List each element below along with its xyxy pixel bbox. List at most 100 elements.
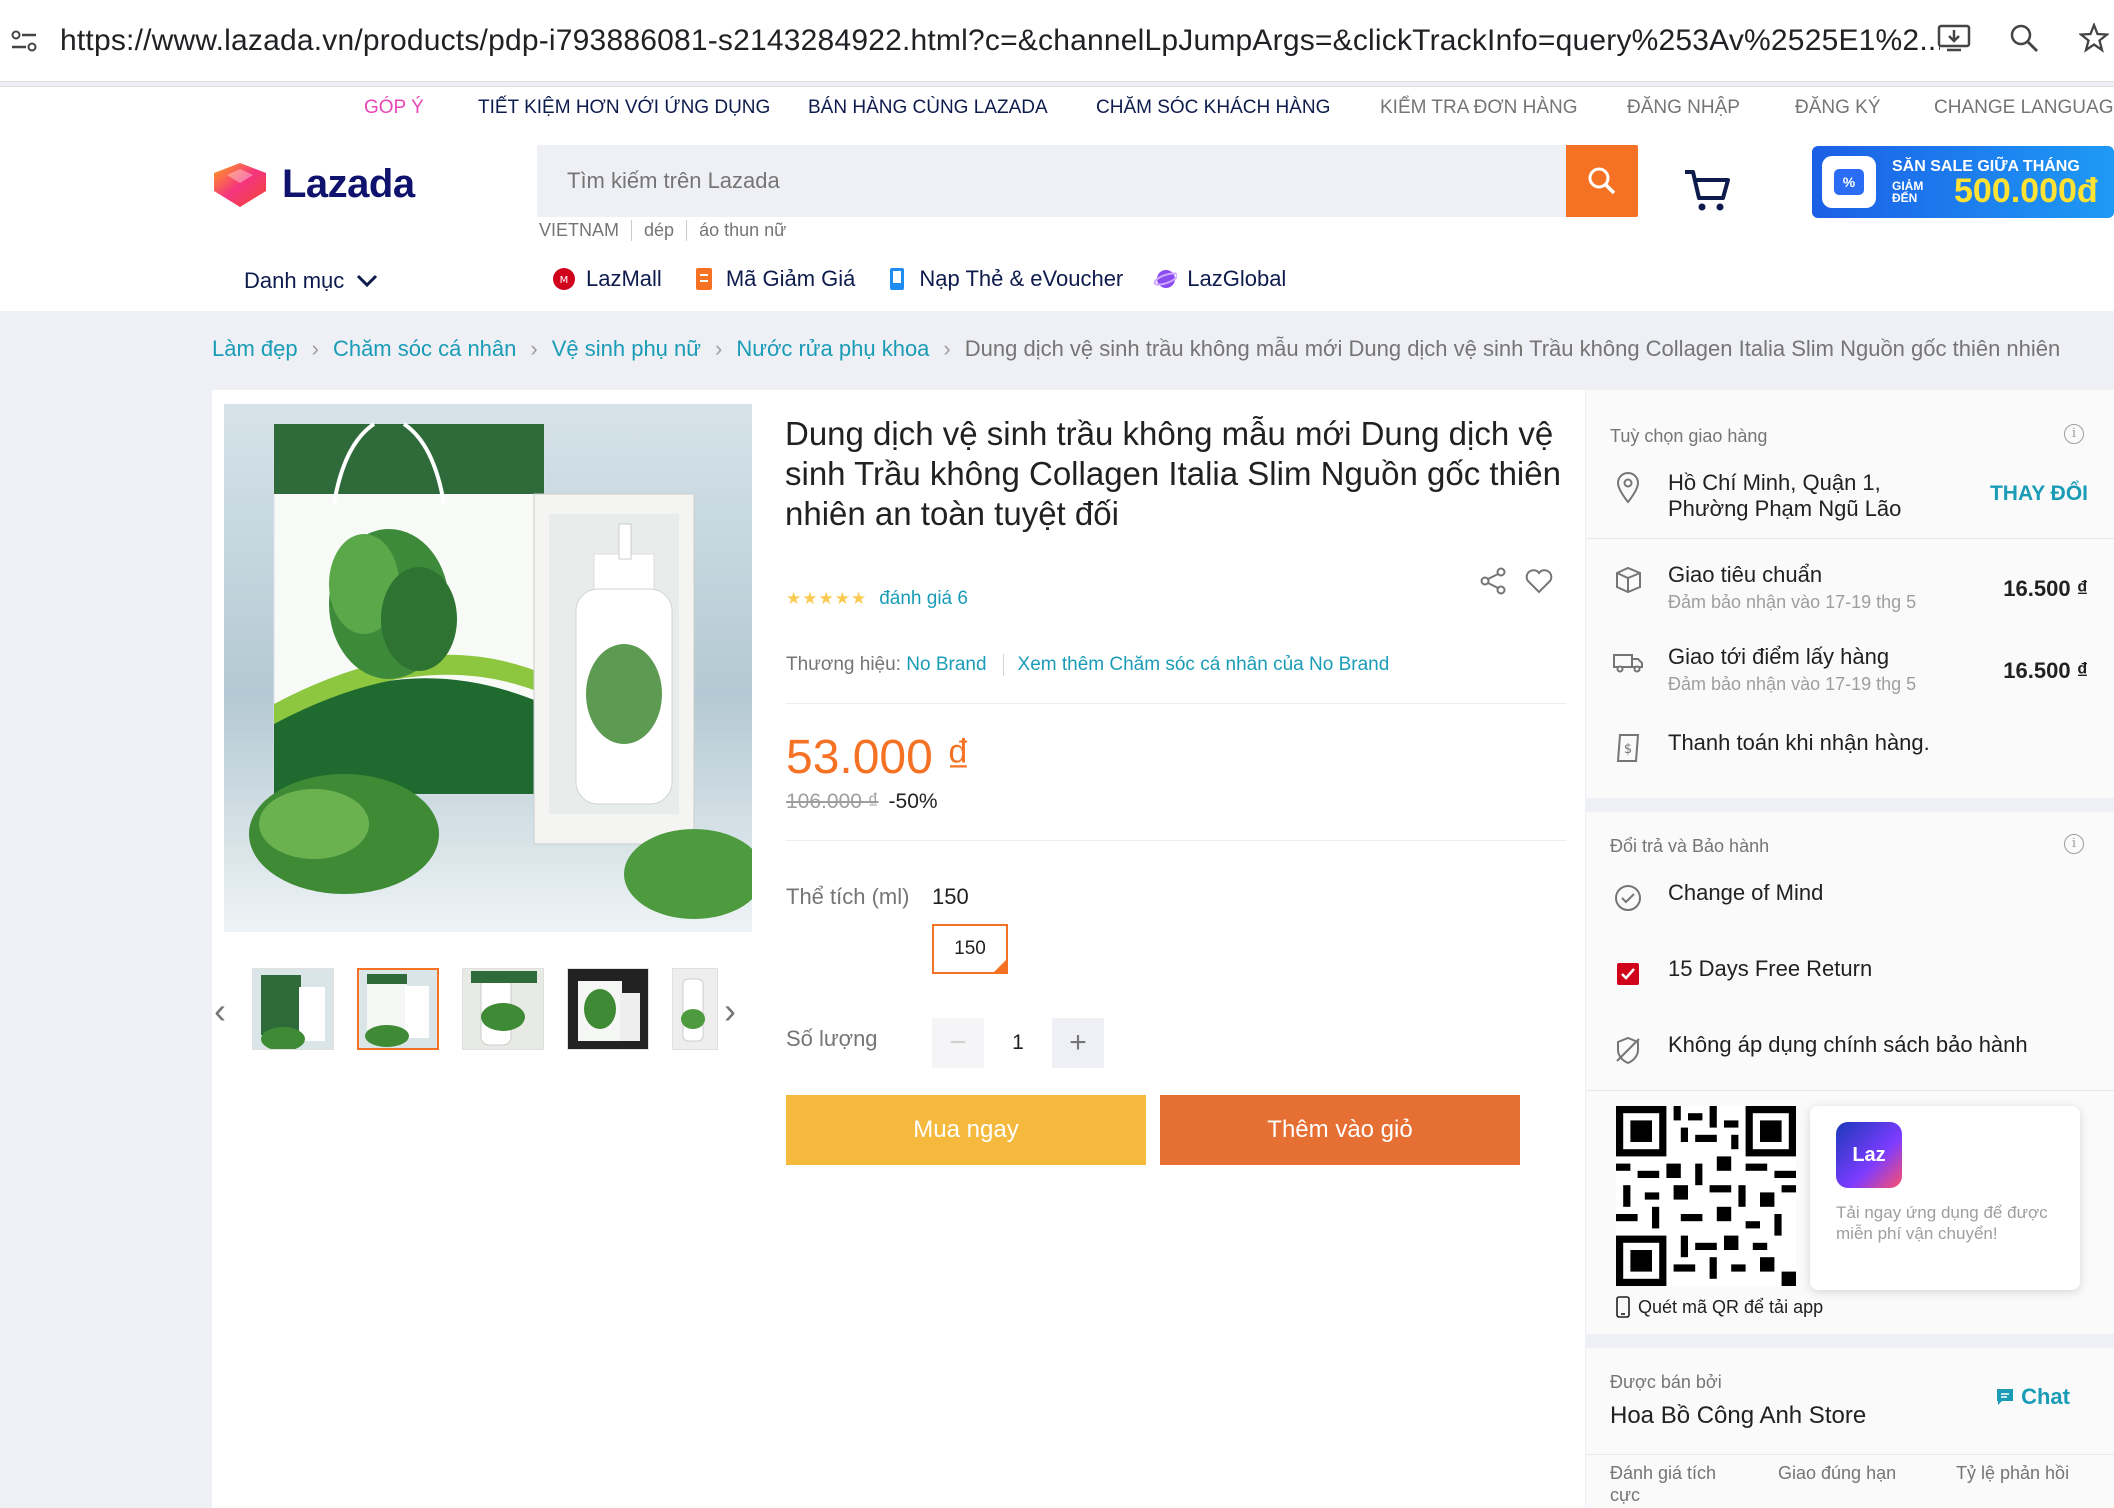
info-icon[interactable]: i	[2064, 424, 2084, 444]
hot-keywords: VIETNAM dép áo thun nữ	[539, 220, 798, 241]
share-actions	[1478, 566, 1554, 596]
delivery-option-name: Giao tiêu chuẩn	[1668, 562, 1823, 587]
pickup-truck-icon	[1610, 644, 1646, 680]
quicklink-lazglobal[interactable]: LazGlobal	[1153, 266, 1286, 292]
svg-text:M: M	[560, 275, 569, 286]
wishlist-heart-icon[interactable]	[1524, 566, 1554, 596]
quicklink-label: LazMall	[586, 266, 662, 291]
change-address-link[interactable]: THAY ĐỔI	[1990, 482, 2088, 506]
customer-care-link[interactable]: CHĂM SÓC KHÁCH HÀNG	[1096, 97, 1330, 119]
hot-keyword[interactable]: dép	[631, 220, 686, 241]
promo-banner[interactable]: % SĂN SALE GIỮA THÁNG GIẢM ĐẾN 500.000đ	[1812, 146, 2114, 218]
brand-more-link[interactable]: Xem thêm Chăm sóc cá nhân của No Brand	[1018, 654, 1390, 676]
login-link[interactable]: ĐĂNG NHẬP	[1627, 97, 1740, 119]
promo-amount: 500.000đ	[1954, 172, 2098, 210]
section-separator	[1586, 1334, 2114, 1348]
info-icon[interactable]: i	[2064, 834, 2084, 854]
bookmark-star-icon[interactable]	[2074, 18, 2114, 58]
discount-badge: -50%	[888, 790, 938, 813]
seller-metric-label: Tỷ lệ phản hồi	[1956, 1463, 2070, 1483]
breadcrumb-item[interactable]: Nước rửa phụ khoa	[736, 336, 929, 362]
brand-link[interactable]: No Brand	[906, 654, 986, 676]
sell-link[interactable]: BÁN HÀNG CÙNG LAZADA	[808, 97, 1048, 119]
quicklink-lazmall[interactable]: M LazMall	[552, 266, 662, 292]
search-input[interactable]	[537, 145, 1566, 217]
delivery-fee: 16.500 ₫	[2003, 576, 2088, 601]
cart-icon[interactable]	[1682, 164, 1732, 214]
returns-title: Đổi trả và Bảo hành	[1610, 836, 1770, 856]
rating-count-link[interactable]: đánh giá 6	[879, 588, 968, 610]
change-language-link[interactable]: CHANGE LANGUAGE	[1934, 97, 2114, 119]
rating-stars: ★★★★★	[786, 589, 868, 608]
original-price: 106.000 ₫	[786, 790, 879, 813]
app-download-card[interactable]: Laz Tải ngay ứng dụng để được miễn phí v…	[1810, 1106, 2080, 1290]
app-link[interactable]: TIẾT KIỆM HƠN VỚI ỨNG DỤNG	[478, 97, 770, 119]
quicklink-label: LazGlobal	[1187, 266, 1287, 291]
divider	[1586, 1454, 2114, 1455]
breadcrumb: Làm đẹp › Chăm sóc cá nhân › Vệ sinh phụ n…	[212, 336, 2060, 362]
search-button[interactable]	[1566, 145, 1638, 217]
brand-label: Thương hiệu:	[786, 654, 901, 675]
signup-link[interactable]: ĐĂNG KÝ	[1795, 97, 1881, 119]
buy-now-button[interactable]: Mua ngay	[786, 1095, 1146, 1165]
location-pin-icon	[1610, 470, 1646, 506]
quicklink-label: Mã Giảm Giá	[725, 266, 856, 291]
product-thumbnail[interactable]	[672, 968, 718, 1050]
return-free: 15 Days Free Return	[1610, 956, 1872, 992]
breadcrumb-item[interactable]: Làm đẹp	[212, 336, 298, 362]
product-thumbnail[interactable]	[252, 968, 334, 1050]
seller-label: Được bán bởi	[1610, 1372, 1722, 1392]
chevron-left-icon[interactable]: ‹	[214, 990, 226, 1032]
variant-option[interactable]: 150	[932, 924, 1008, 974]
share-icon[interactable]	[1478, 566, 1508, 596]
category-menu[interactable]: Danh mục	[244, 268, 378, 294]
hot-keyword[interactable]: VIETNAM	[539, 220, 631, 241]
app-promo-text: Tải ngay ứng dụng để được miễn phí vận c…	[1836, 1203, 2048, 1243]
zoom-icon[interactable]	[2004, 18, 2044, 58]
search-bar	[537, 145, 1638, 217]
quicklink-voucher[interactable]: Mã Giảm Giá	[692, 266, 856, 292]
scan-qr-row: Quét mã QR để tải app	[1616, 1296, 1823, 1318]
search-icon	[1588, 167, 1616, 195]
variant-selected-value: 150	[932, 884, 969, 909]
lazada-logo[interactable]: Lazada	[212, 162, 415, 207]
delivery-eta: Đảm bảo nhận vào 17-19 thg 5	[1668, 592, 1917, 612]
voucher-icon: %	[1822, 156, 1876, 208]
hot-keyword[interactable]: áo thun nữ	[686, 220, 798, 241]
quantity-label: Số lượng	[786, 1026, 878, 1051]
chevron-right-icon[interactable]: ›	[724, 990, 736, 1032]
install-app-icon[interactable]	[1934, 18, 1974, 58]
warranty-row: Không áp dụng chính sách bảo hành	[1610, 1032, 2028, 1068]
quantity-value[interactable]: 1	[984, 1018, 1052, 1068]
feedback-link[interactable]: GÓP Ý	[364, 97, 424, 119]
track-order-link[interactable]: KIỂM TRA ĐƠN HÀNG	[1380, 97, 1578, 119]
breadcrumb-item[interactable]: Chăm sóc cá nhân	[333, 336, 516, 362]
delivery-option-pickup: Giao tới điểm lấy hàng Đảm bảo nhận vào …	[1610, 644, 1916, 695]
browser-address-bar: https://www.lazada.vn/products/pdp-i7938…	[0, 0, 2114, 82]
chevron-right-icon: ›	[943, 336, 951, 361]
chevron-down-icon	[357, 274, 378, 288]
site-settings-icon[interactable]	[4, 21, 44, 61]
divider	[1586, 1090, 2114, 1091]
delivery-eta: Đảm bảo nhận vào 17-19 thg 5	[1668, 674, 1917, 694]
product-thumbnail[interactable]	[357, 968, 439, 1050]
address-line: Phường Phạm Ngũ Lão	[1668, 496, 1902, 521]
no-warranty-icon	[1610, 1032, 1646, 1068]
seller-name[interactable]: Hoa Bồ Công Anh Store	[1610, 1402, 1866, 1430]
quantity-decrease-button[interactable]: −	[932, 1018, 984, 1068]
breadcrumb-item[interactable]: Vệ sinh phụ nữ	[552, 336, 701, 362]
product-thumbnail[interactable]	[462, 968, 544, 1050]
add-to-cart-button[interactable]: Thêm vào giỏ	[1160, 1095, 1520, 1165]
chat-button[interactable]: Chat	[1995, 1384, 2070, 1410]
divider	[1002, 654, 1004, 676]
chat-icon	[1997, 1389, 2014, 1405]
quicklink-topup[interactable]: Nạp Thẻ & eVoucher	[885, 266, 1123, 292]
site-header: Lazada VIETNAM dép áo thun nữ % SĂN SALE…	[0, 128, 2114, 311]
product-price: 53.000 ₫	[786, 731, 971, 784]
chevron-right-icon: ›	[715, 336, 723, 361]
product-main-image[interactable]	[224, 404, 752, 932]
product-thumbnail[interactable]	[567, 968, 649, 1050]
variant-label: Thể tích (ml)	[786, 884, 910, 909]
quantity-increase-button[interactable]: +	[1052, 1018, 1104, 1068]
url-text[interactable]: https://www.lazada.vn/products/pdp-i7938…	[60, 24, 1940, 58]
